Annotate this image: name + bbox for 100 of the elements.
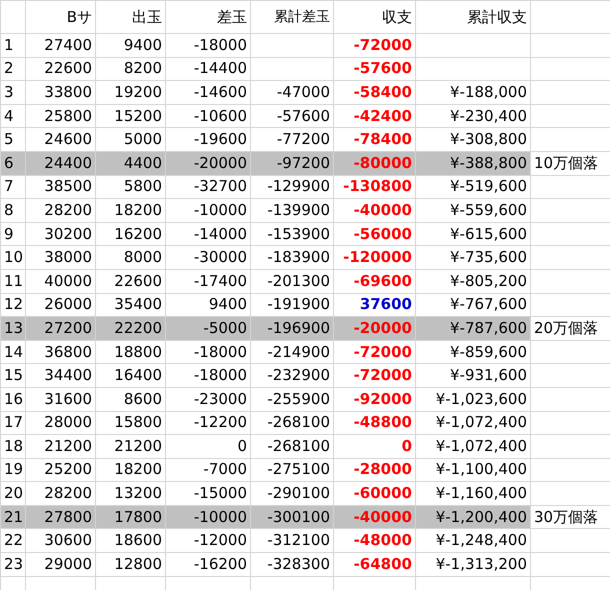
table-cell: 8000 (124, 248, 162, 266)
table-cell: -40000 (354, 508, 412, 526)
table-cell: -18000 (194, 342, 247, 361)
table-cell: 25200 (44, 460, 92, 478)
row-number: 21 (4, 508, 24, 526)
row-number: 13 (4, 318, 24, 337)
table-cell: 28200 (44, 484, 92, 502)
table-cell: 18200 (114, 460, 162, 478)
table-cell: 21200 (114, 436, 162, 455)
table-cell: 9400 (208, 295, 247, 314)
table-cell: -78400 (354, 130, 412, 148)
table-cell: -120000 (343, 248, 412, 266)
table-cell: -40000 (354, 200, 412, 219)
table-cell: -48800 (354, 413, 412, 432)
row-number: 19 (4, 460, 24, 478)
table-cell: -77200 (276, 130, 330, 148)
table-cell: -57600 (354, 59, 412, 78)
table-cell: 38000 (44, 248, 92, 266)
table-cell: 24400 (44, 154, 92, 172)
table-cell: 28000 (44, 413, 92, 432)
row-number: 8 (4, 200, 14, 219)
table-cell: 18800 (114, 342, 162, 361)
table-cell: -72000 (354, 366, 412, 384)
table-cell: 5000 (124, 130, 162, 148)
column-header: 収支 (382, 8, 412, 26)
table-cell: -196900 (267, 318, 330, 337)
table-cell: -60000 (354, 484, 412, 502)
row-number: 7 (4, 177, 14, 196)
table-cell: ¥-1,072,400 (436, 436, 527, 455)
table-cell: ¥-1,023,600 (436, 390, 527, 408)
table-cell: -129900 (267, 177, 330, 196)
row-number: 20 (4, 484, 24, 502)
row-number: 3 (4, 82, 14, 101)
table-cell: 38500 (44, 177, 92, 196)
table-cell: -191900 (267, 295, 330, 314)
table-cell: 27800 (44, 508, 92, 526)
table-cell: 22600 (44, 59, 92, 78)
table-cell: -12200 (194, 413, 247, 432)
table-cell: -80000 (354, 154, 412, 172)
table-cell: 18200 (114, 200, 162, 219)
table-cell: 8600 (124, 390, 162, 408)
table-cell: 27400 (44, 36, 92, 54)
row-number: 9 (4, 224, 14, 243)
table-cell: -10000 (194, 508, 247, 526)
table-cell: -97200 (276, 154, 330, 172)
table-cell: -23000 (194, 390, 247, 408)
table-cell: 4400 (124, 154, 162, 172)
table-cell: -5000 (203, 318, 247, 337)
column-header: Bサ (66, 8, 92, 26)
table-cell: ¥-615,600 (450, 224, 527, 243)
table-cell: ¥-1,248,400 (436, 531, 527, 550)
table-cell: 17800 (114, 508, 162, 526)
row-number: 14 (4, 342, 24, 361)
table-cell: ¥-1,200,400 (436, 508, 527, 526)
table-cell: ¥-859,600 (450, 342, 527, 361)
table-cell: 0 (402, 436, 412, 455)
row-number: 6 (4, 154, 14, 172)
table-cell: -255900 (267, 390, 330, 408)
table-cell: -20000 (194, 154, 247, 172)
column-header: 差玉 (217, 8, 247, 26)
table-cell: 31600 (44, 390, 92, 408)
row-number: 10 (4, 248, 24, 266)
column-header: 出玉 (132, 8, 162, 26)
table-cell: 30200 (44, 224, 92, 243)
table-cell: 37600 (360, 295, 412, 314)
row-number: 1 (4, 36, 14, 54)
table-cell: 5800 (124, 177, 162, 196)
table-cell: -58400 (354, 82, 412, 101)
row-number: 16 (4, 390, 24, 408)
table-cell: 27200 (44, 318, 92, 337)
table-cell: 35400 (114, 295, 162, 314)
table-cell: 16200 (114, 224, 162, 243)
table-cell: -47000 (276, 82, 330, 101)
table-cell: -268100 (267, 436, 330, 455)
table-cell: ¥-1,160,400 (436, 484, 527, 502)
row-number: 5 (4, 130, 14, 148)
table-cell: 33800 (44, 82, 92, 101)
table-cell: ¥-519,600 (450, 177, 527, 196)
table-cell: ¥-805,200 (450, 272, 527, 290)
table-cell: -130800 (343, 177, 412, 196)
table-cell: -232900 (267, 366, 330, 384)
table-cell: -10000 (194, 200, 247, 219)
table-cell: 29000 (44, 554, 92, 573)
column-header: 累計差玉 (274, 9, 330, 25)
table-cell: ¥-230,400 (450, 106, 527, 125)
table-cell: -20000 (354, 318, 412, 337)
row-number: 15 (4, 366, 24, 384)
table-cell: 30600 (44, 531, 92, 550)
row-number: 2 (4, 59, 14, 78)
table-cell: -14000 (194, 224, 247, 243)
table-cell: ¥-1,313,200 (436, 554, 527, 573)
table-cell: -183900 (267, 248, 330, 266)
table-cell: -275100 (267, 460, 330, 478)
table-cell: -64800 (354, 554, 412, 573)
row-number: 12 (4, 295, 24, 314)
table-cell: -153900 (267, 224, 330, 243)
table-cell: -7000 (203, 460, 247, 478)
table-cell: ¥-767,600 (450, 295, 527, 314)
table-cell: -312100 (267, 531, 330, 550)
table-cell: -12000 (194, 531, 247, 550)
